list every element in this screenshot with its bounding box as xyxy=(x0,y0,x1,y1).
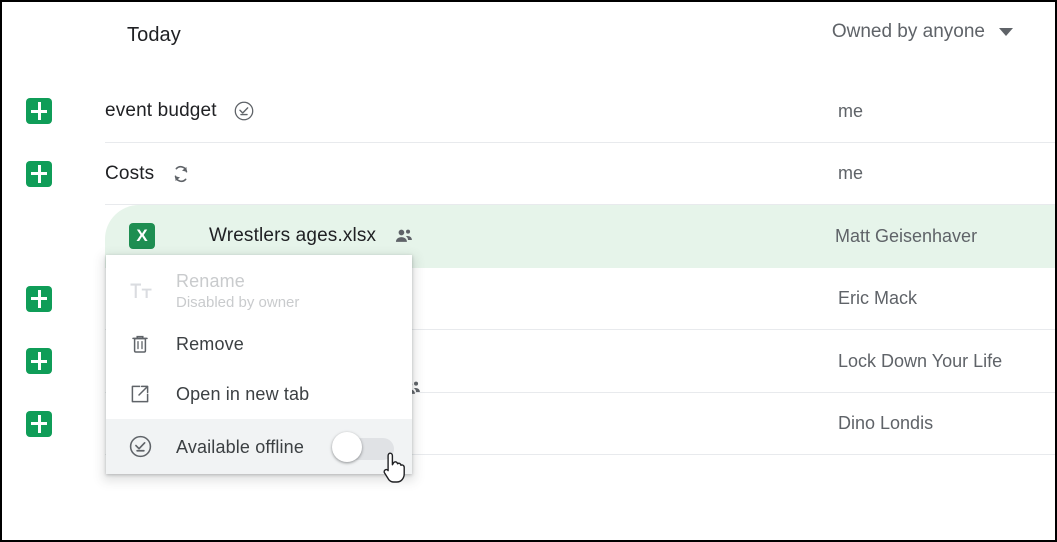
file-name-cell: Costs xyxy=(105,163,835,185)
file-name-cell: event budget xyxy=(105,100,835,122)
owner-filter-dropdown[interactable]: Owned by anyone xyxy=(832,21,1013,43)
file-type-icon-cell xyxy=(2,160,105,187)
table-row[interactable]: event budget me xyxy=(2,80,1055,143)
menu-item-labels: Remove xyxy=(176,333,244,355)
owner-name: Matt Geisenhaver xyxy=(835,225,978,246)
open-in-new-tab-icon xyxy=(128,382,176,406)
owner-name: Dino Londis xyxy=(838,413,934,434)
menu-item-label: Rename xyxy=(176,271,245,291)
menu-item-label: Available offline xyxy=(176,436,304,457)
shared-people-icon xyxy=(392,225,416,247)
available-offline-toggle[interactable] xyxy=(332,431,396,462)
menu-item-open-in-new-tab[interactable]: Open in new tab xyxy=(106,369,412,419)
menu-item-remove[interactable]: Remove xyxy=(106,319,412,369)
chevron-down-icon xyxy=(999,28,1013,36)
file-type-icon-cell xyxy=(2,285,105,312)
menu-item-label: Open in new tab xyxy=(176,384,310,404)
page-title: Today xyxy=(127,24,181,46)
sheets-icon xyxy=(26,348,52,375)
sheets-icon xyxy=(26,98,52,125)
table-row[interactable]: Costs me xyxy=(2,143,1055,205)
menu-item-rename: Rename Disabled by owner xyxy=(106,263,412,319)
sheets-icon xyxy=(26,285,52,312)
file-name: Wrestlers ages.xlsx xyxy=(209,225,377,247)
menu-item-labels: Open in new tab xyxy=(176,383,309,405)
file-name: Costs xyxy=(105,162,155,184)
owner-name: Lock Down Your Life xyxy=(838,350,1003,371)
sync-icon xyxy=(170,163,192,185)
toggle-knob[interactable] xyxy=(332,431,362,462)
sheets-icon xyxy=(26,160,52,187)
owner-name: me xyxy=(838,163,864,184)
file-type-icon-cell xyxy=(2,410,105,437)
file-name: event budget xyxy=(105,100,217,122)
menu-item-available-offline[interactable]: Available offline xyxy=(106,419,412,474)
file-type-icon-cell xyxy=(2,348,105,375)
rename-text-icon xyxy=(128,279,176,303)
owner-name: me xyxy=(838,100,864,121)
list-header: Today Owned by anyone xyxy=(2,2,1055,74)
available-offline-icon xyxy=(128,434,176,459)
menu-item-labels: Rename Disabled by owner xyxy=(176,270,299,312)
excel-icon: X xyxy=(129,223,155,250)
sheets-icon xyxy=(26,410,52,437)
owner-name: Eric Mack xyxy=(838,288,918,309)
trash-icon xyxy=(128,332,176,356)
menu-item-sublabel: Disabled by owner xyxy=(176,294,300,311)
context-menu: Rename Disabled by owner Remove Open in … xyxy=(106,255,412,474)
available-offline-icon xyxy=(233,100,255,122)
file-name-cell: X Wrestlers ages.xlsx xyxy=(105,223,835,250)
owner-filter-label: Owned by anyone xyxy=(831,21,985,42)
file-type-icon-cell xyxy=(2,98,105,125)
menu-item-labels: Available offline xyxy=(176,436,304,458)
drive-file-list-window: Today Owned by anyone event budget me Co… xyxy=(0,0,1057,542)
menu-item-label: Remove xyxy=(176,334,244,354)
